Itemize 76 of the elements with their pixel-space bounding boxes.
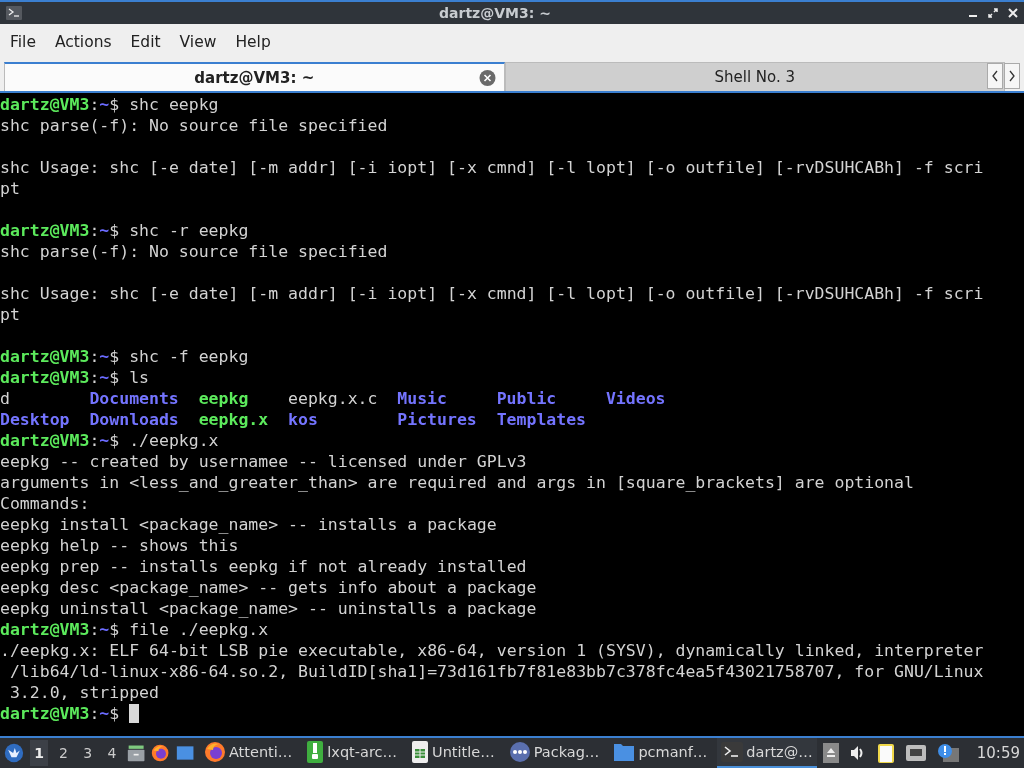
terminal-line: ./eepkg.x: ELF 64-bit LSB pie executable, x86-64, version 1 (SYSV), dynamically linked, interpreter: [0, 640, 984, 661]
file-name: Downloads: [89, 410, 179, 429]
close-icon[interactable]: [1008, 8, 1018, 18]
menu-item[interactable]: Help: [228, 29, 278, 55]
scroll-right-button[interactable]: [1004, 62, 1020, 89]
close-icon[interactable]: [478, 69, 496, 86]
file-name: kos: [288, 410, 318, 429]
window-title: dartz@VM3: ~: [438, 5, 552, 21]
terminal-line: dartz@VM3:~$ shc -r eepkg: [0, 220, 249, 241]
chevron-left-icon: [991, 69, 999, 82]
file-name: Templates: [496, 410, 587, 429]
terminal-line: eepkg install <package_name> -- installs a package: [0, 514, 497, 535]
spreadsheet-icon: [411, 740, 430, 764]
terminal-line: dartz@VM3:~$ shc eepkg: [0, 94, 219, 115]
desktop-switch[interactable]: 3: [78, 740, 97, 766]
notification-icon[interactable]: [936, 743, 959, 763]
file-name: eepkg.x: [198, 410, 269, 429]
terminal-line: pt: [0, 304, 20, 325]
file-name: Music: [397, 389, 447, 408]
terminal-line: shc Usage: shc [-e date] [-m addr] [-i iopt] [-x cmnd] [-l lopt] [-o outfile] [-rvDSUHCABh] -f scri: [0, 283, 984, 304]
scroll-left-button[interactable]: [987, 62, 1003, 89]
maximize-icon[interactable]: [988, 8, 998, 18]
file-name: d: [0, 389, 10, 408]
firefox-icon: [151, 742, 170, 764]
terminal-line: shc parse(-f): No source file specified: [0, 115, 388, 136]
terminal-line: /lib64/ld-linux-x86-64.so.2, BuildID[sha1]=73d161fb7f81e83bb7c378fc4ea5f43021758707, for GNU/Linux: [8, 661, 984, 682]
terminal-icon: [721, 742, 744, 762]
menu-item[interactable]: File: [3, 29, 43, 55]
taskbar-button[interactable]: Attenti…: [199, 738, 297, 768]
terminal-line: dartz@VM3:~$ file ./eepkg.x: [0, 619, 269, 640]
desktop-switch[interactable]: 1: [29, 740, 49, 766]
terminal-line: shc parse(-f): No source file specified: [0, 241, 388, 262]
chevron-right-icon: [1008, 69, 1016, 82]
terminal-line: Commands:: [0, 493, 90, 514]
file-name: Pictures: [397, 410, 477, 429]
terminal-line: dartz@VM3:~$ ./eepkg.x: [0, 430, 219, 451]
network-icon[interactable]: [904, 744, 927, 762]
terminal-line: eepkg uninstall <package_name> -- uninstalls a package: [0, 598, 537, 619]
file-name: Videos: [605, 389, 666, 408]
eject-icon[interactable]: [822, 743, 839, 763]
terminal-line: dartz@VM3:~$ shc -f eepkg: [0, 346, 249, 367]
terminal-line: dartz@VM3:~$ ls: [0, 367, 150, 388]
tab[interactable]: dartz@VM3: ~: [4, 62, 505, 91]
menu-item[interactable]: View: [172, 29, 224, 55]
taskbar-button[interactable]: Untitle…: [407, 738, 499, 768]
terminal-line: eepkg prep -- installs eepkg if not already installed: [0, 556, 527, 577]
taskbar-button[interactable]: lxqt-arc…: [302, 738, 402, 768]
file-name: Documents: [89, 389, 179, 408]
terminal-line: eepkg help -- shows this: [0, 535, 239, 556]
desktop-switch[interactable]: 2: [54, 740, 73, 766]
terminal-line: dartz@VM3:~$: [0, 703, 121, 724]
tab[interactable]: Shell No. 3: [504, 62, 1005, 91]
menu-item[interactable]: Edit: [123, 29, 168, 55]
taskbar-button[interactable]: dartz@…: [717, 738, 817, 768]
terminal-line: 3.2.0, stripped: [8, 682, 159, 703]
folder-icon: [613, 742, 636, 762]
file-name: eepkg: [198, 389, 249, 408]
menu-item[interactable]: Actions: [47, 29, 119, 55]
terminal-line: eepkg -- created by usernamee -- licensed under GPLv3: [0, 451, 527, 472]
desktop-switch[interactable]: 4: [102, 740, 122, 766]
terminal-icon: [6, 6, 22, 20]
file-name: Public: [496, 389, 557, 408]
terminal-line: shc Usage: shc [-e date] [-m addr] [-i iopt] [-x cmnd] [-l lopt] [-o outfile] [-rvDSUHCABh] -f scri: [0, 157, 984, 178]
terminal-line: arguments in <less_and_greater_than> are required and args in [square_brackets] are optional: [0, 472, 914, 493]
taskbar-button[interactable]: pcmanf…: [609, 738, 712, 768]
firefox-icon: [203, 741, 226, 763]
clock: 10:59: [975, 744, 1020, 762]
archive-icon: [306, 740, 325, 764]
terminal-line: pt: [0, 178, 20, 199]
dots-icon: [508, 741, 531, 763]
terminal-line: eepkg desc <package_name> -- gets info about a package: [0, 577, 537, 598]
taskbar-button[interactable]: Packag…: [504, 738, 604, 768]
desktop-icon[interactable]: [175, 744, 194, 762]
file-name: Desktop: [0, 410, 70, 429]
clipboard-icon[interactable]: [876, 742, 895, 764]
file-name: eepkg.x.c: [288, 389, 378, 408]
